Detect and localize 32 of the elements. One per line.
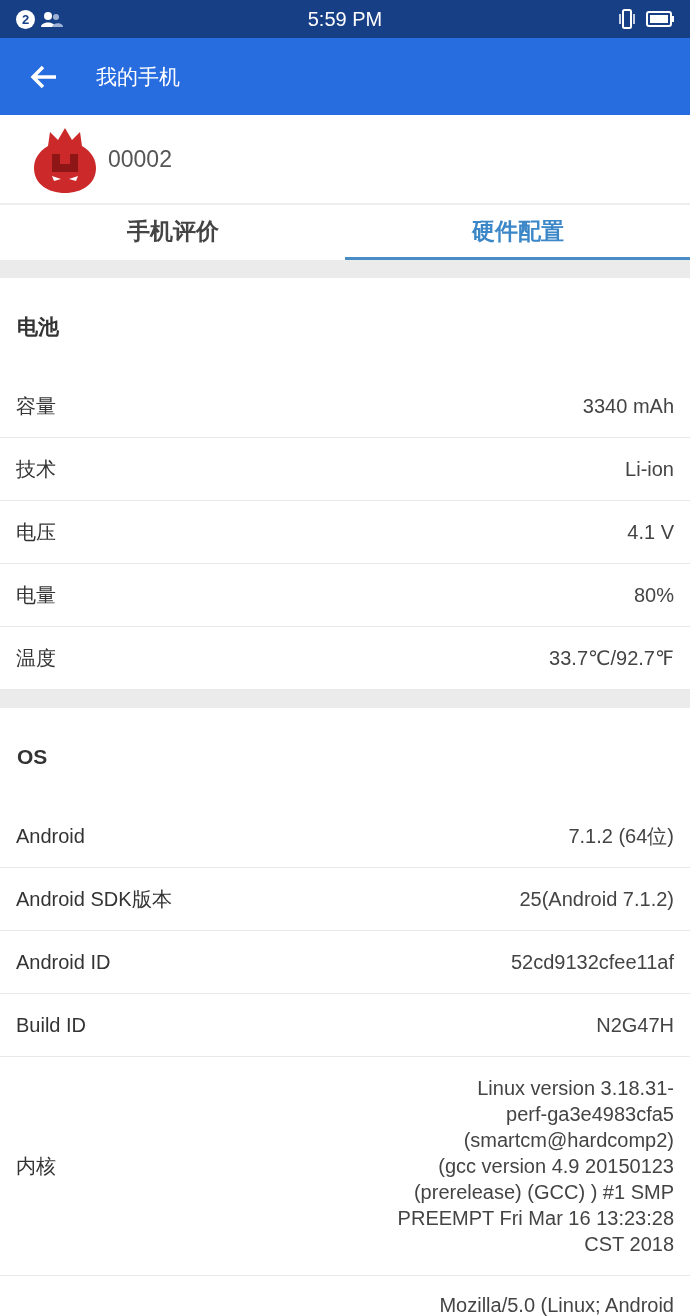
section-title: OS: [16, 743, 49, 770]
row-label: 容量: [16, 393, 56, 419]
row-label: Android ID: [16, 950, 111, 974]
row-label: 技术: [16, 456, 56, 482]
row-value: Li-ion: [625, 456, 674, 482]
row-value: 25(Android 7.1.2): [519, 886, 674, 912]
row-value: 52cd9132cfee11af: [510, 949, 674, 975]
tab[interactable]: 手机评价: [0, 205, 345, 260]
vibrate-icon: [618, 8, 636, 30]
row-label: Build ID: [16, 1013, 87, 1037]
row-value: 80%: [633, 582, 674, 608]
row-label: 电量: [16, 582, 56, 608]
app-bar-title: 我的手机: [96, 63, 180, 90]
battery-icon: [646, 11, 674, 27]
row-label: 电压: [16, 519, 56, 545]
section-title: 电池: [16, 313, 60, 340]
row-value: N2G47H: [596, 1012, 674, 1038]
row-value: Linux version 3.18.31- perf-ga3e4983cfa5 (smartcm@hardcomp2) (gcc version 4.9 20150123 (prerelease) (GCC) ) #1 SMP PREEMPT Fri Mar 16 13:23:28 CST 2018: [397, 1076, 674, 1257]
row-value: 3340 mAh: [582, 393, 674, 419]
row-label: Android SDK版本: [16, 886, 172, 912]
row-value: Mozilla/5.0 (Linux; Android: [439, 1293, 674, 1316]
row-value: 33.7℃/92.7℉: [549, 645, 674, 671]
back-arrow-icon[interactable]: [30, 63, 58, 90]
row-label: 内核: [16, 1153, 56, 1179]
row-label: 温度: [16, 645, 56, 671]
row-label: Android: [16, 824, 85, 848]
status-time: 5:59 PM: [307, 7, 383, 31]
device-name: 00002: [108, 145, 172, 173]
people-icon: [41, 11, 63, 27]
row-value: 7.1.2 (64位): [568, 823, 674, 849]
notification-badge: 2: [16, 9, 35, 29]
row-value: 4.1 V: [627, 519, 674, 545]
